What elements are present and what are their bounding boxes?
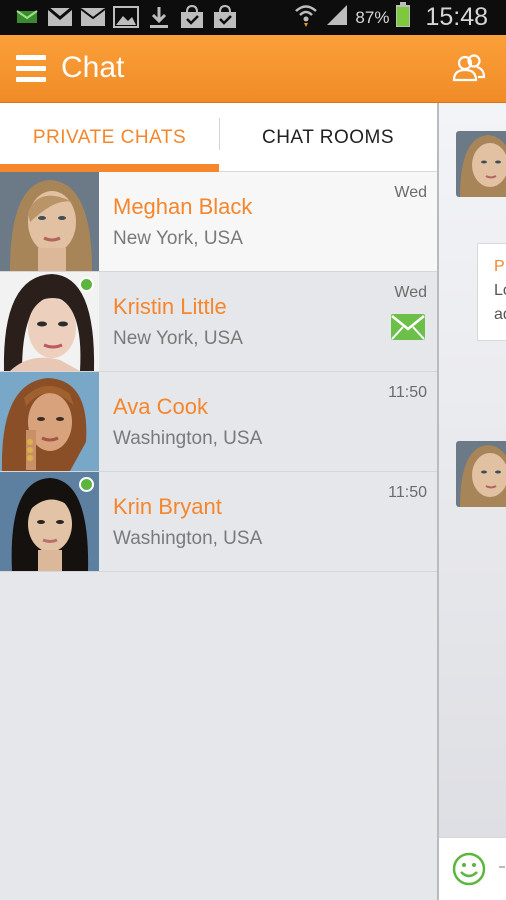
message-composer[interactable] bbox=[439, 837, 506, 900]
wifi-icon bbox=[293, 2, 319, 33]
message-time: 11:50 bbox=[388, 484, 427, 501]
chat-row-meghan-black[interactable]: Meghan Black New York, USA Wed bbox=[0, 172, 437, 272]
hamburger-menu-icon[interactable] bbox=[16, 55, 46, 83]
mail-icon bbox=[80, 6, 106, 28]
message-time: 11:50 bbox=[388, 384, 427, 401]
chat-row-kristin-little[interactable]: Kristin Little New York, USA Wed bbox=[0, 272, 437, 372]
contact-name: Ava Cook bbox=[113, 394, 208, 419]
avatar bbox=[0, 172, 99, 271]
contact-location: Washington, USA bbox=[113, 428, 263, 449]
message-bubble: P Lo ad bbox=[477, 243, 506, 341]
contact-name: Krin Bryant bbox=[113, 494, 222, 519]
shopping-bag-check-icon bbox=[212, 5, 238, 28]
email-notification-icon bbox=[14, 6, 40, 28]
message-text: Lo bbox=[494, 282, 506, 299]
gallery-icon bbox=[113, 6, 139, 28]
app-bar: Chat bbox=[0, 35, 506, 103]
contact-name: Kristin Little bbox=[113, 294, 227, 319]
avatar bbox=[0, 372, 99, 471]
message-time: Wed bbox=[394, 184, 427, 201]
signal-icon bbox=[325, 3, 349, 32]
tab-chat-rooms[interactable]: CHAT ROOMS bbox=[219, 103, 437, 172]
contact-name: Meghan Black bbox=[113, 194, 253, 219]
clock: 15:48 bbox=[425, 3, 488, 31]
tab-bar: PRIVATE CHATS CHAT ROOMS bbox=[0, 103, 437, 172]
message-sender: P bbox=[494, 258, 505, 275]
chat-row-krin-bryant[interactable]: Krin Bryant Washington, USA 11:50 bbox=[0, 472, 437, 572]
chat-list-panel: PRIVATE CHATS CHAT ROOMS Meghan Black Ne… bbox=[0, 103, 437, 900]
online-indicator bbox=[79, 277, 94, 292]
avatar bbox=[456, 131, 506, 197]
emoji-icon[interactable] bbox=[452, 852, 486, 886]
avatar bbox=[456, 441, 506, 507]
download-icon bbox=[146, 6, 172, 28]
contact-location: New York, USA bbox=[113, 228, 243, 249]
chat-row-ava-cook[interactable]: Ava Cook Washington, USA 11:50 bbox=[0, 372, 437, 472]
message-time: Wed bbox=[394, 284, 427, 301]
page-title: Chat bbox=[61, 51, 125, 84]
message-input-placeholder[interactable] bbox=[499, 866, 505, 868]
gmail-icon bbox=[47, 6, 73, 28]
status-bar: 87% 15:48 bbox=[0, 0, 506, 35]
active-tab-indicator bbox=[0, 164, 219, 172]
online-indicator bbox=[79, 477, 94, 492]
battery-percent: 87% bbox=[355, 7, 390, 27]
shopping-bag-icon bbox=[179, 5, 205, 28]
contact-location: New York, USA bbox=[113, 328, 243, 349]
unread-message-icon bbox=[391, 314, 425, 340]
people-icon[interactable] bbox=[452, 53, 486, 85]
conversation-panel: P Lo ad bbox=[439, 103, 506, 900]
contact-location: Washington, USA bbox=[113, 528, 263, 549]
message-text: ad bbox=[494, 306, 506, 323]
tab-private-chats[interactable]: PRIVATE CHATS bbox=[0, 103, 219, 172]
battery-icon bbox=[395, 2, 411, 33]
